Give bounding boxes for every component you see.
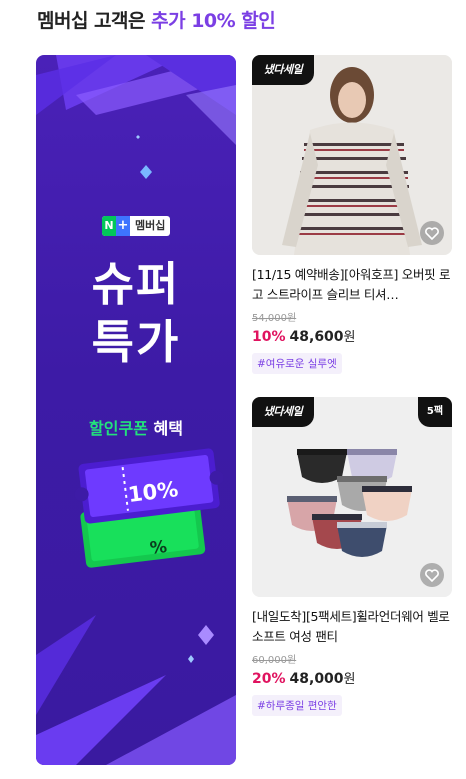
product-card[interactable]: 냈다세일 5팩 [내일도착][5팩세트]휠라언더웨어 벨로 소프트 여성 팬티 … bbox=[252, 397, 452, 716]
sale-badge: 냈다세일 bbox=[252, 55, 314, 85]
naver-membership-badge: N + 멤버십 bbox=[102, 216, 171, 236]
coupon-highlight: 할인쿠폰 bbox=[89, 419, 148, 438]
product-image[interactable]: 냈다세일 5팩 bbox=[252, 397, 452, 597]
coupon-benefit-text: 할인쿠폰 혜택 bbox=[36, 415, 236, 439]
banner-headline-line2: 특가 bbox=[91, 315, 181, 369]
heart-icon[interactable] bbox=[420, 563, 444, 587]
heart-icon[interactable] bbox=[420, 221, 444, 245]
banner-headline-line1: 슈퍼 bbox=[91, 257, 181, 311]
currency-unit: 원 bbox=[343, 330, 356, 345]
discount-rate: 20% bbox=[252, 671, 286, 687]
sale-badge: 냈다세일 bbox=[252, 397, 314, 427]
section-title-prefix: 멤버십 고객은 bbox=[37, 10, 146, 32]
naver-n-icon: N bbox=[102, 216, 116, 236]
plus-icon: + bbox=[116, 216, 130, 236]
product-image[interactable]: 냈다세일 bbox=[252, 55, 452, 255]
currency-unit: 원 bbox=[343, 672, 356, 687]
product-card[interactable]: 냈다세일 [11/15 예약배송][아워호프] 오버핏 로고 스트라이프 슬리브… bbox=[252, 55, 452, 374]
product-tag[interactable]: #하루종일 편안한 bbox=[252, 695, 342, 716]
original-price: 60,000원 bbox=[252, 655, 297, 666]
product-tag[interactable]: #여유로운 실루엣 bbox=[252, 353, 342, 374]
coupon-back-value: % bbox=[148, 537, 169, 559]
price-row: 10% 48,600원 bbox=[252, 326, 452, 345]
original-price: 54,000원 bbox=[252, 313, 297, 324]
product-title[interactable]: [11/15 예약배송][아워호프] 오버핏 로고 스트라이프 슬리브 티셔… bbox=[252, 265, 452, 305]
pack-badge: 5팩 bbox=[418, 397, 452, 427]
banner-headline: 슈퍼 특가 bbox=[76, 255, 196, 371]
section-title-highlight: 추가 10% 할인 bbox=[151, 10, 276, 32]
membership-label: 멤버십 bbox=[135, 219, 166, 232]
discount-rate: 10% bbox=[252, 329, 286, 345]
coupon-suffix: 혜택 bbox=[153, 419, 183, 438]
price-row: 20% 48,000원 bbox=[252, 668, 452, 687]
banner-decoration bbox=[36, 55, 236, 765]
sale-price: 48,600 bbox=[289, 329, 344, 345]
sale-price: 48,000 bbox=[289, 671, 344, 687]
product-title[interactable]: [내일도착][5팩세트]휠라언더웨어 벨로 소프트 여성 팬티 bbox=[252, 607, 452, 647]
promo-banner[interactable]: N + 멤버십 슈퍼 특가 할인쿠폰 혜택 10% % bbox=[36, 55, 236, 765]
section-title: 멤버십 고객은 추가 10% 할인 bbox=[37, 6, 276, 33]
